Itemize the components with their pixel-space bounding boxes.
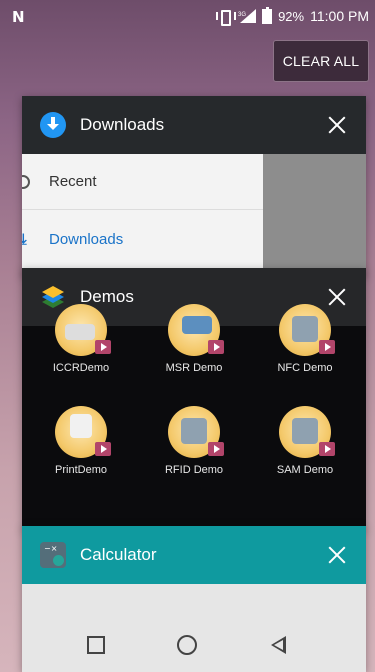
app-nfc-demo: NFC Demo [250,304,360,374]
card-header-downloads[interactable]: Downloads [22,96,366,154]
drawer-item-downloads: ⤓ Downloads [22,211,263,267]
app-sam-demo: SAM Demo [250,406,360,476]
drawer-item-label: Recent [49,173,97,190]
close-icon[interactable] [328,546,346,564]
app-label: MSR Demo [165,362,223,374]
clear-all-button[interactable]: CLEAR ALL [273,40,369,82]
app-iccrdemo: ICCRDemo [26,304,136,374]
notification-n-icon: N [12,8,25,26]
card-title-calculator: Calculator [80,545,157,564]
downloads-drawer: Recent ⤓ Downloads [22,154,263,276]
calculator-icon [40,542,66,568]
status-bar: N 3G 92% 11:00 PM [0,0,375,34]
downloads-preview: Recent ⤓ Downloads [22,154,366,276]
app-rfid-demo: RFID Demo [139,406,249,476]
recent-card-demos[interactable]: Demos ICCRDemo MSR Demo NFC Demo PrintDe… [22,268,366,530]
drawer-item-recent: Recent [22,154,263,210]
app-label: ICCRDemo [52,362,110,374]
close-icon[interactable] [328,116,346,134]
recents-button[interactable] [76,625,116,665]
recent-card-downloads[interactable]: Downloads Recent ⤓ Downloads [22,96,366,276]
app-label: PrintDemo [55,464,107,476]
navigation-bar [0,618,375,672]
app-printdemo: PrintDemo [26,406,136,476]
network-type-label: 3G [238,12,246,18]
vibrate-icon [216,9,237,26]
back-button[interactable] [259,625,299,665]
app-label: RFID Demo [164,464,224,476]
download-icon [40,112,66,138]
battery-percent: 92% [278,8,305,24]
app-label: NFC Demo [277,362,333,374]
card-title-downloads: Downloads [80,115,165,134]
app-label: SAM Demo [276,464,334,476]
battery-icon [262,6,273,24]
home-button[interactable] [167,625,207,665]
status-time: 11:00 PM [310,8,369,24]
clock-icon [22,174,30,189]
app-msr-demo: MSR Demo [139,304,249,374]
status-right: 3G 92% 11:00 PM [216,6,369,26]
card-header-calculator[interactable]: Calculator [22,526,366,584]
signal-icon: 3G [238,9,257,23]
download-arrow-icon: ⤓ [22,230,27,248]
drawer-item-label: Downloads [49,230,124,248]
